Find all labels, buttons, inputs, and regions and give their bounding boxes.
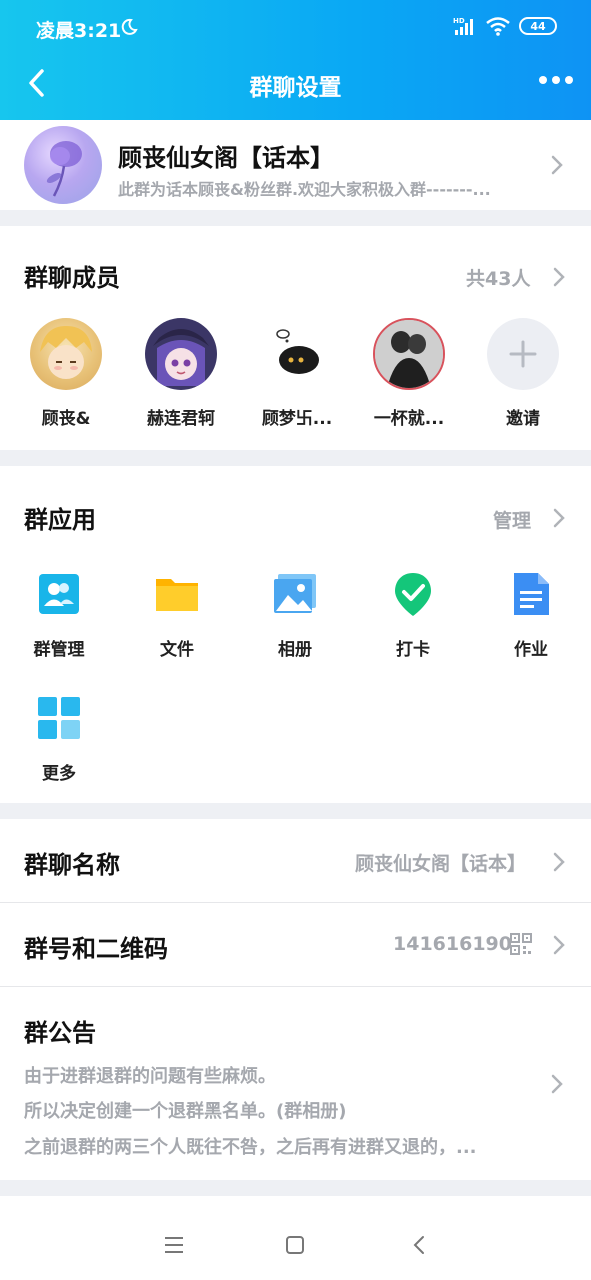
album-icon: [274, 574, 316, 613]
status-icons: HD 44: [453, 16, 557, 36]
dot-icon: [539, 76, 547, 84]
group-manage-icon: [39, 574, 79, 614]
members-title: 群聊成员: [24, 264, 120, 292]
group-id-value: 141616190: [393, 933, 512, 955]
member-avatar[interactable]: [145, 318, 217, 390]
app-check-in[interactable]: 打卡: [363, 571, 463, 660]
invite-button[interactable]: 邀请: [468, 318, 578, 429]
signal-icon: HD: [453, 17, 473, 35]
member-count[interactable]: 共43人: [466, 264, 530, 291]
next-section-edge: [0, 1196, 591, 1210]
app-album[interactable]: 相册: [245, 571, 345, 660]
app-more[interactable]: 更多: [9, 695, 109, 784]
app-homework[interactable]: 作业: [481, 571, 581, 660]
anime-avatar-icon: [153, 329, 209, 386]
moon-icon: [121, 18, 138, 35]
member-avatar[interactable]: [373, 318, 445, 390]
group-name-row-value: 顾丧仙女阁【话本】: [355, 853, 527, 875]
chevron-right-icon: [551, 1074, 563, 1094]
app-label: 群管理: [33, 640, 85, 660]
qr-code-icon: [510, 933, 532, 955]
member-avatar[interactable]: [261, 318, 333, 390]
member-item[interactable]: 顾梦卐...: [242, 318, 352, 429]
wifi-icon: [486, 17, 510, 36]
app-label: 文件: [160, 640, 194, 660]
apps-title: 群应用: [24, 506, 96, 534]
page-title: 群聊设置: [249, 75, 342, 101]
app-files[interactable]: 文件: [127, 571, 227, 660]
manage-apps-link[interactable]: 管理: [493, 506, 531, 533]
plus-icon: [509, 340, 537, 368]
app-group-manage[interactable]: 群管理: [9, 571, 109, 660]
invite-avatar[interactable]: [487, 318, 559, 390]
invite-label: 邀请: [506, 409, 540, 429]
home-icon[interactable]: [285, 1235, 305, 1255]
member-name: 顾丧&: [41, 409, 91, 429]
member-item[interactable]: 赫连君轲: [126, 318, 236, 429]
notice-line: 所以决定创建一个退群黑名单。(群相册): [24, 1101, 347, 1122]
folder-icon: [156, 579, 198, 611]
member-name: 赫连君轲: [147, 409, 215, 429]
check-in-icon: [395, 573, 431, 616]
group-apps-section: 群应用 管理 群管理 文件 相册 打卡 作业 更多: [0, 466, 591, 803]
group-id-qrcode-row[interactable]: 群号和二维码 141616190: [0, 903, 591, 987]
homework-icon: [514, 573, 549, 615]
chevron-right-icon[interactable]: [553, 267, 565, 287]
anime-avatar-icon: [40, 326, 92, 379]
chevron-right-icon: [553, 852, 565, 872]
chevron-right-icon: [551, 155, 563, 175]
group-info-card[interactable]: 顾丧仙女阁【话本】 此群为话本顾丧&粉丝群.欢迎大家积极入群-------...: [0, 120, 591, 210]
nav-bar: 群聊设置: [0, 56, 591, 112]
dot-icon: [565, 76, 573, 84]
notice-title: 群公告: [24, 1019, 96, 1047]
status-time: 凌晨3:21: [36, 20, 122, 42]
cartoon-avatar-icon: [276, 329, 319, 374]
battery-indicator: 44: [519, 17, 557, 35]
members-section: 群聊成员 共43人 顾丧& 赫连君轲 顾梦卐... 一杯就... 邀请: [0, 226, 591, 450]
app-label: 相册: [278, 640, 312, 660]
member-item[interactable]: 一杯就...: [354, 318, 464, 429]
app-label: 打卡: [396, 640, 430, 660]
member-item[interactable]: 顾丧&: [11, 318, 121, 429]
group-name: 顾丧仙女阁【话本】: [118, 144, 334, 172]
app-label: 作业: [514, 640, 548, 660]
group-name-row[interactable]: 群聊名称 顾丧仙女阁【话本】: [0, 819, 591, 903]
more-options-button[interactable]: [539, 76, 573, 84]
rose-avatar-icon: [46, 141, 82, 197]
group-id-row-title: 群号和二维码: [24, 935, 168, 963]
app-label: 更多: [42, 764, 76, 784]
signal-hd-label: HD: [453, 17, 465, 25]
member-avatar[interactable]: [30, 318, 102, 390]
status-bar: 凌晨3:21 HD 44: [0, 0, 591, 56]
dot-icon: [552, 76, 560, 84]
more-apps-icon: [38, 697, 80, 739]
notice-line: 由于进群退群的问题有些麻烦。: [24, 1066, 276, 1087]
menu-icon[interactable]: [164, 1236, 184, 1254]
member-name: 顾梦卐...: [261, 409, 333, 429]
header: 凌晨3:21 HD 44 群聊设置: [0, 0, 591, 120]
group-description: 此群为话本顾丧&粉丝群.欢迎大家积极入群-------...: [118, 180, 491, 199]
chevron-right-icon[interactable]: [553, 508, 565, 528]
group-avatar[interactable]: [24, 126, 102, 204]
chevron-right-icon: [553, 935, 565, 955]
notice-line: 之前退群的两三个人既往不咎，之后再有进群又退的，...: [24, 1137, 477, 1158]
member-name: 一杯就...: [373, 409, 445, 429]
group-name-row-title: 群聊名称: [24, 851, 120, 879]
back-nav-icon[interactable]: [412, 1235, 426, 1255]
system-nav-bar: [0, 1210, 591, 1280]
group-notice-card[interactable]: 群公告 由于进群退群的问题有些麻烦。 所以决定创建一个退群黑名单。(群相册) 之…: [0, 987, 591, 1180]
photo-avatar-icon: [375, 320, 443, 388]
